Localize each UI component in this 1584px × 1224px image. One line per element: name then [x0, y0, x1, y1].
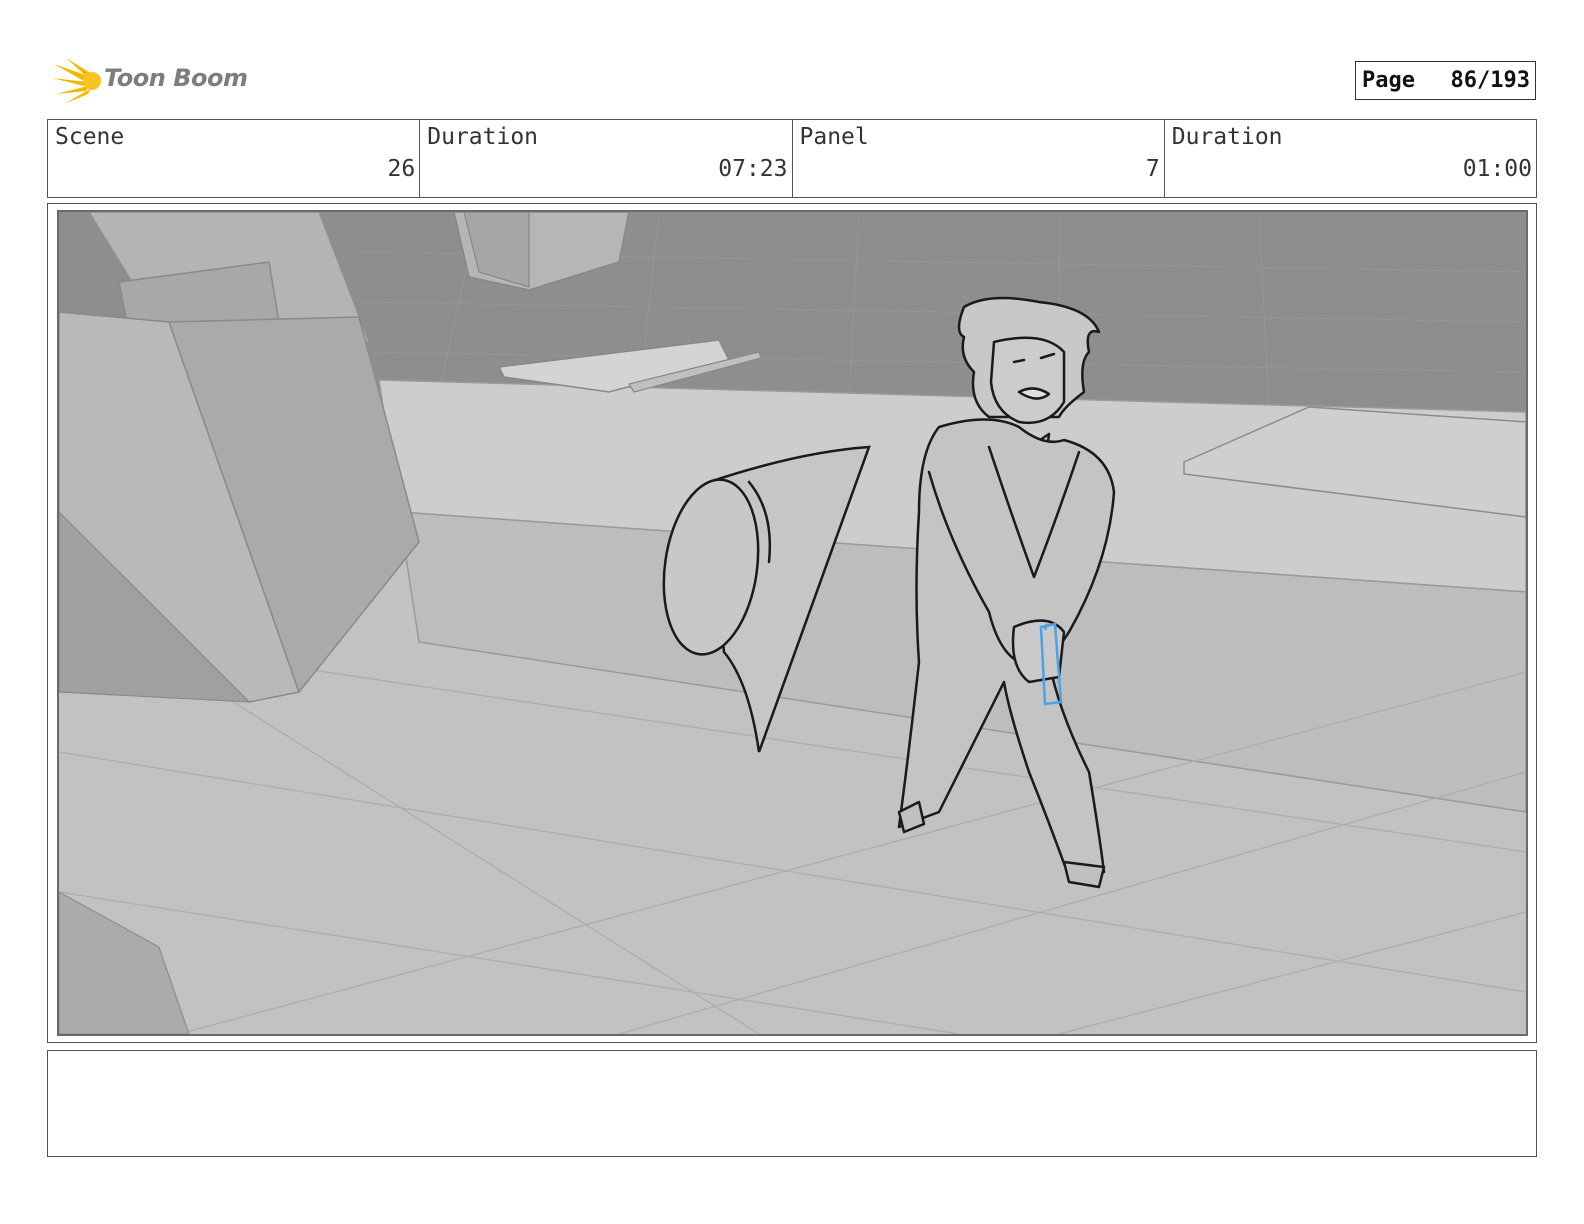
logo-text: Toon Boom [104, 64, 248, 92]
storyboard-panel-frame [47, 203, 1537, 1043]
scene-info-table: Scene 26 Duration 07:23 Panel 7 Duration… [47, 119, 1537, 198]
scene-duration-value: 07:23 [718, 156, 788, 182]
page-number: 86/193 [1450, 68, 1530, 93]
panel-cell: Panel 7 [793, 120, 1165, 197]
scene-value: 26 [387, 156, 416, 182]
panel-duration-cell: Duration 01:00 [1165, 120, 1536, 197]
scene-duration-cell: Duration 07:23 [420, 120, 793, 197]
panel-notes-box [47, 1050, 1537, 1157]
page-indicator: Page 86/193 [1355, 61, 1536, 100]
panel-value: 7 [1145, 156, 1160, 182]
scene-duration-label: Duration [427, 124, 539, 150]
storyboard-panel-image [57, 210, 1528, 1036]
panel-duration-label: Duration [1171, 124, 1283, 150]
storyboard-sketch-icon [59, 212, 1526, 1034]
scene-cell: Scene 26 [48, 120, 421, 197]
page-label: Page [1362, 68, 1415, 93]
scene-label: Scene [55, 124, 125, 150]
panel-label: Panel [799, 124, 869, 150]
panel-duration-value: 01:00 [1462, 156, 1532, 182]
